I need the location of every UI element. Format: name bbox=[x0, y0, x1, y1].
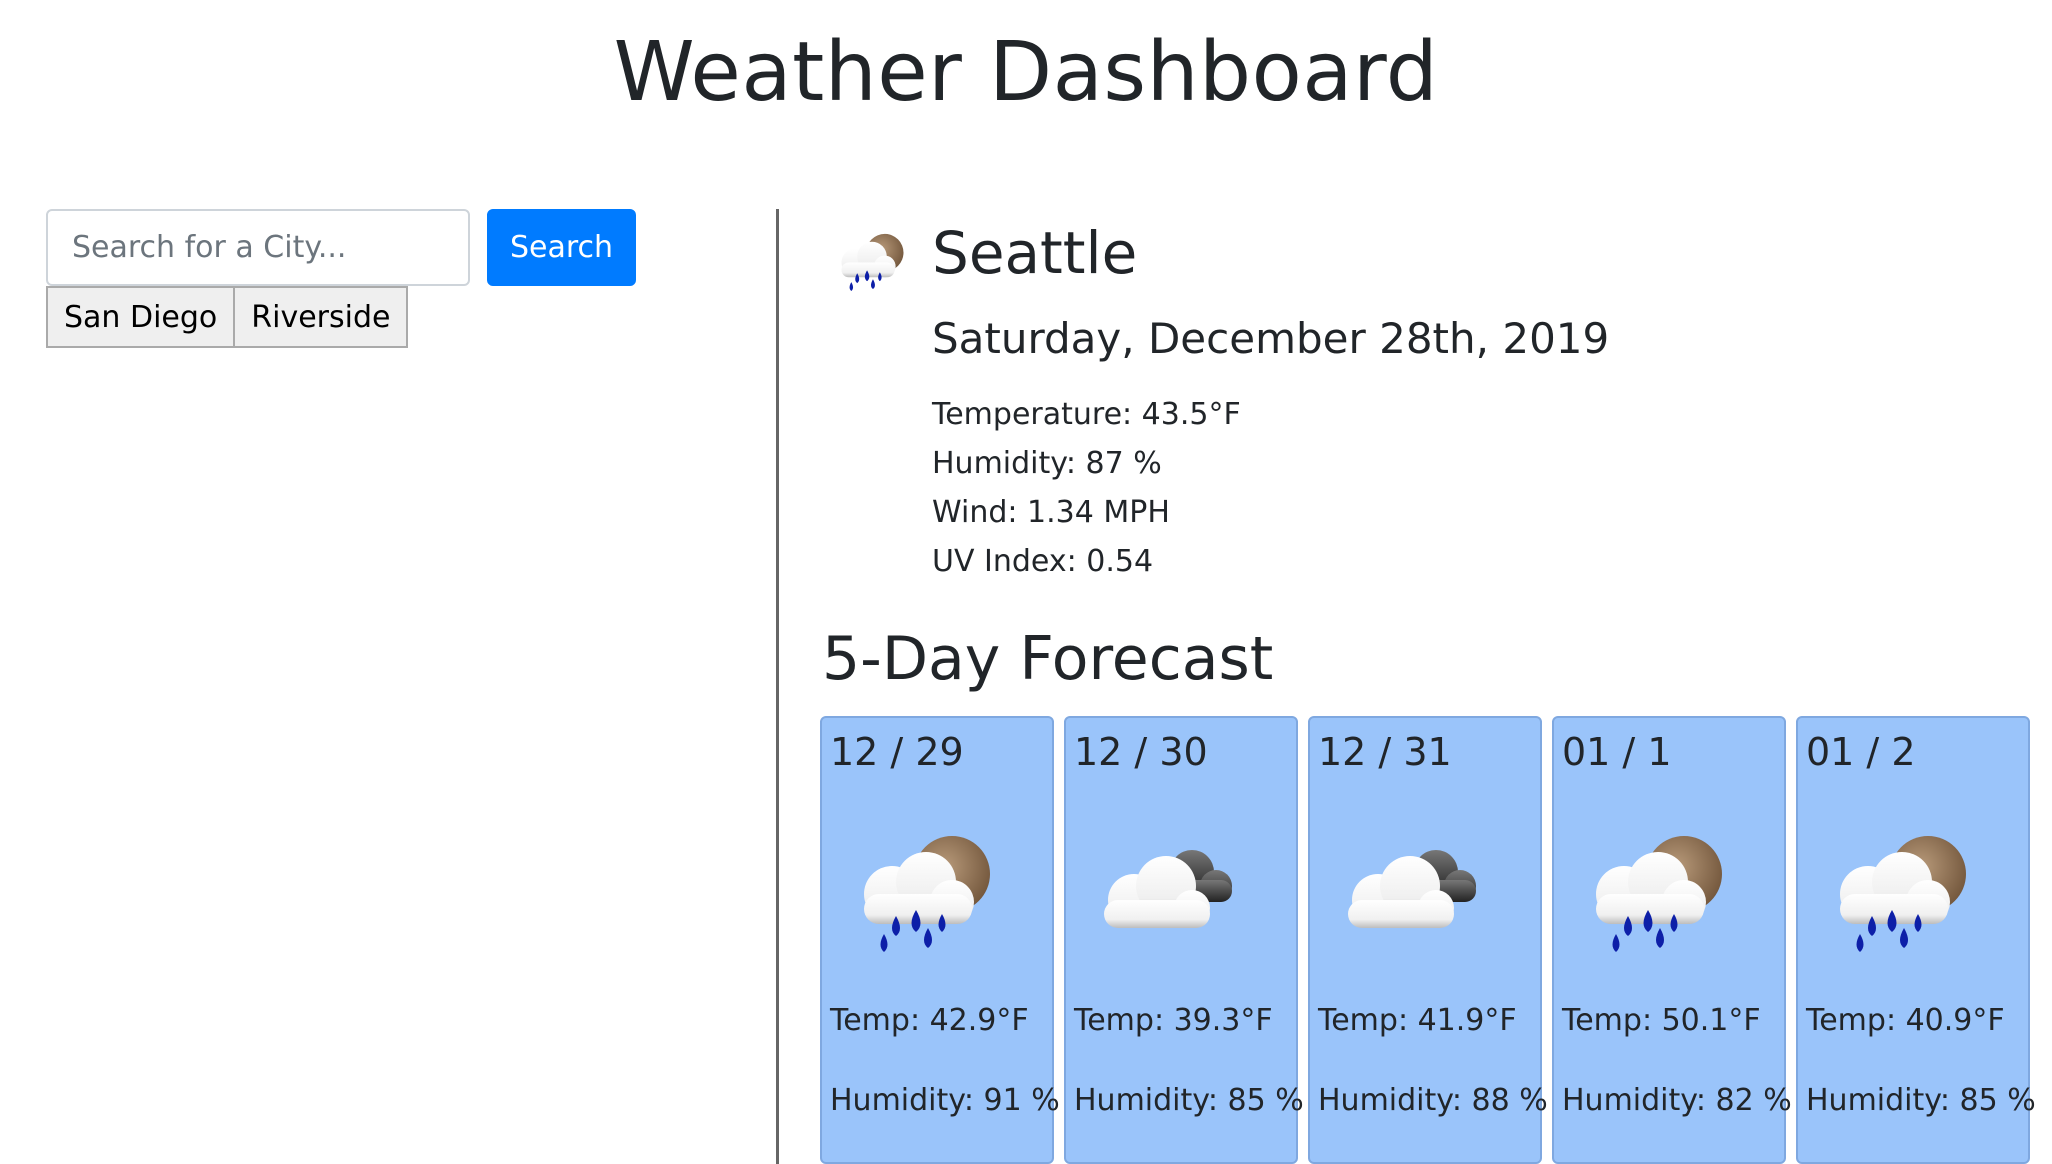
current-humidity: Humidity: 87 % bbox=[932, 446, 1162, 481]
forecast-card: 12 / 31 Temp: 41.9°F Humidity: 88 % bbox=[1308, 716, 1548, 1164]
city-name: Seattle bbox=[932, 219, 1138, 287]
rain-cloud-sun-icon bbox=[844, 824, 1004, 954]
search-button[interactable]: Search bbox=[487, 209, 636, 286]
forecast-humidity: Humidity: 82 % bbox=[1562, 1083, 1792, 1118]
forecast-temp: Temp: 39.3°F bbox=[1074, 1003, 1273, 1038]
current-temperature: Temperature: 43.5°F bbox=[932, 397, 1241, 432]
forecast-humidity: Humidity: 88 % bbox=[1318, 1083, 1548, 1118]
forecast-card: 12 / 29 Temp: 42.9°F Humidity: 91 % bbox=[820, 716, 1060, 1164]
forecast-temp: Temp: 40.9°F bbox=[1806, 1003, 2005, 1038]
forecast-humidity: Humidity: 85 % bbox=[1074, 1083, 1304, 1118]
current-uv-index: UV Index: 0.54 bbox=[932, 544, 1154, 579]
forecast-card: 01 / 1 Temp: 50.1°F Humidity: 82 % bbox=[1552, 716, 1792, 1164]
page: Weather Dashboard Search San Diego River… bbox=[0, 0, 2052, 1164]
forecast-date: 12 / 30 bbox=[1074, 730, 1208, 774]
forecast-card: 12 / 30 Temp: 39.3°F Humidity: 85 % bbox=[1064, 716, 1304, 1164]
history-button-riverside[interactable]: Riverside bbox=[235, 286, 409, 348]
search-input[interactable] bbox=[46, 209, 470, 286]
forecast-humidity: Humidity: 85 % bbox=[1806, 1083, 2036, 1118]
rain-cloud-sun-icon bbox=[1820, 824, 1980, 954]
forecast-humidity: Humidity: 91 % bbox=[830, 1083, 1060, 1118]
current-wind: Wind: 1.34 MPH bbox=[932, 495, 1170, 530]
rain-cloud-sun-icon bbox=[830, 228, 912, 292]
forecast-date: 01 / 1 bbox=[1562, 730, 1672, 774]
forecast-date: 12 / 29 bbox=[830, 730, 964, 774]
forecast-date: 01 / 2 bbox=[1806, 730, 1916, 774]
rain-cloud-sun-icon bbox=[1576, 824, 1736, 954]
cloudy-icon bbox=[1088, 824, 1248, 954]
search-history: San Diego Riverside bbox=[46, 286, 409, 348]
current-date: Saturday, December 28th, 2019 bbox=[932, 314, 1610, 363]
forecast-temp: Temp: 41.9°F bbox=[1318, 1003, 1517, 1038]
forecast-temp: Temp: 42.9°F bbox=[830, 1003, 1029, 1038]
cloudy-icon bbox=[1332, 824, 1492, 954]
forecast-title: 5-Day Forecast bbox=[822, 624, 1274, 694]
search-form: Search bbox=[46, 209, 636, 286]
forecast-temp: Temp: 50.1°F bbox=[1562, 1003, 1761, 1038]
page-title: Weather Dashboard bbox=[613, 25, 1439, 120]
column-divider bbox=[776, 209, 779, 1164]
history-button-san-diego[interactable]: San Diego bbox=[46, 286, 236, 348]
forecast-cards: 12 / 29 Temp: 42.9°F Humidity: 91 % 12 /… bbox=[820, 716, 2036, 1164]
current-stats: Temperature: 43.5°F Humidity: 87 % Wind:… bbox=[932, 390, 1241, 586]
forecast-date: 12 / 31 bbox=[1318, 730, 1452, 774]
forecast-card: 01 / 2 Temp: 40.9°F Humidity: 85 % bbox=[1796, 716, 2036, 1164]
